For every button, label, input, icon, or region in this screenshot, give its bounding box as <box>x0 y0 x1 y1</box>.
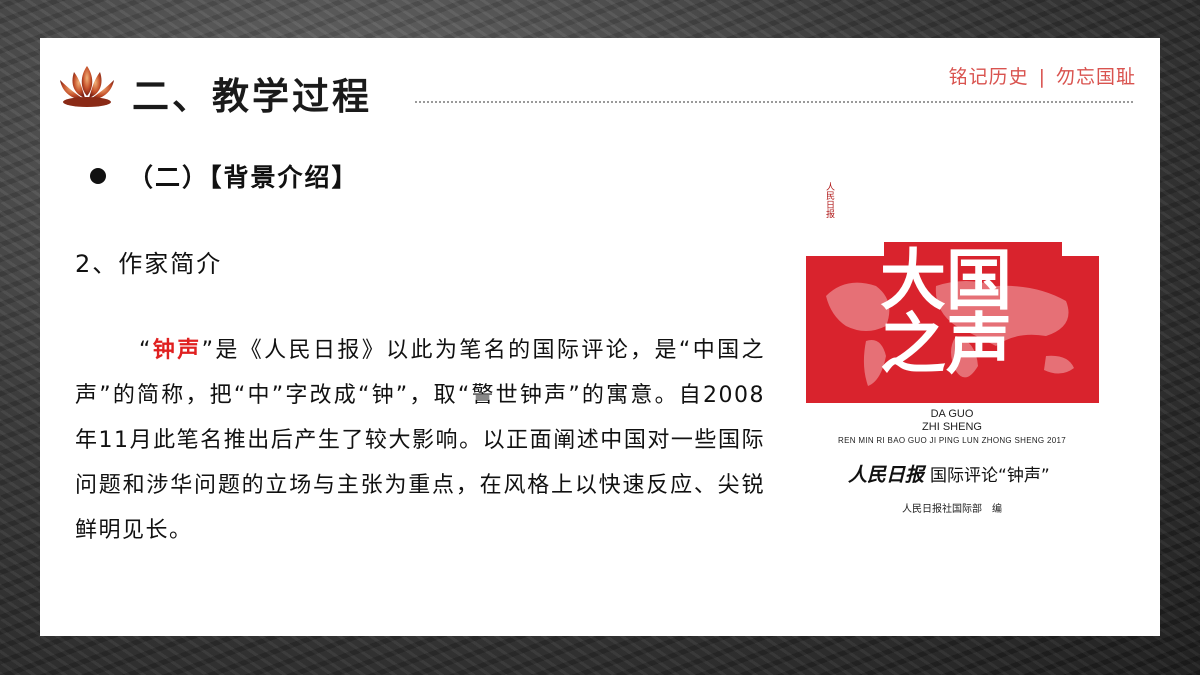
book-brand: 人民日报 <box>848 464 925 486</box>
sub-heading: （二）【背景介绍】 <box>90 158 359 194</box>
book-pinyin-3: REN MIN RI BAO GUO JI PING LUN ZHONG SHE… <box>838 436 1066 445</box>
slide-card: 二、教学过程 铭记历史 | 勿忘国耻 （二）【背景介绍】 2、作家简介 “钟声”是《… <box>40 38 1160 636</box>
highlight-term: 钟声 <box>151 338 202 363</box>
lotus-icon <box>60 66 114 107</box>
open-quote: “ <box>139 338 152 363</box>
book-series: 国际评论“钟声” <box>930 466 1050 486</box>
bullet-icon <box>90 168 106 184</box>
motto: 铭记历史 | 勿忘国耻 <box>949 62 1136 89</box>
motto-right: 勿忘国耻 <box>1055 66 1136 88</box>
book-publisher-line: 人民日报 国际评论“钟声” <box>848 460 1050 487</box>
sub-heading-text: （二）【背景介绍】 <box>128 163 359 192</box>
book-pinyin-2: ZHI SHENG <box>922 421 982 433</box>
motto-separator: | <box>1038 66 1046 88</box>
body-paragraph: “钟声”是《人民日报》以此为笔名的国际评论，是“中国之声”的简称，把“中”字改成… <box>75 328 765 553</box>
title-divider <box>415 101 1133 103</box>
section-title: 二、教学过程 <box>132 74 372 118</box>
book-cover: 人民日报 大国之声 DA GUO ZHI SHENG REN MIN RI BA… <box>804 170 1100 532</box>
book-editor: 人民日报社国际部 编 <box>902 504 1002 515</box>
author-heading: 2、作家简介 <box>75 250 223 278</box>
book-pinyin: DA GUO ZHI SHENG REN MIN RI BAO GUO JI P… <box>804 408 1100 447</box>
book-pinyin-1: DA GUO <box>930 408 974 420</box>
book-big-title: 大国之声 <box>880 241 1012 383</box>
paragraph-rest: ”是《人民日报》以此为笔名的国际评论，是“中国之声”的简称，把“中”字改成“钟”… <box>75 338 765 543</box>
book-tag: 人民日报 <box>824 182 834 218</box>
motto-left: 铭记历史 <box>948 66 1029 88</box>
